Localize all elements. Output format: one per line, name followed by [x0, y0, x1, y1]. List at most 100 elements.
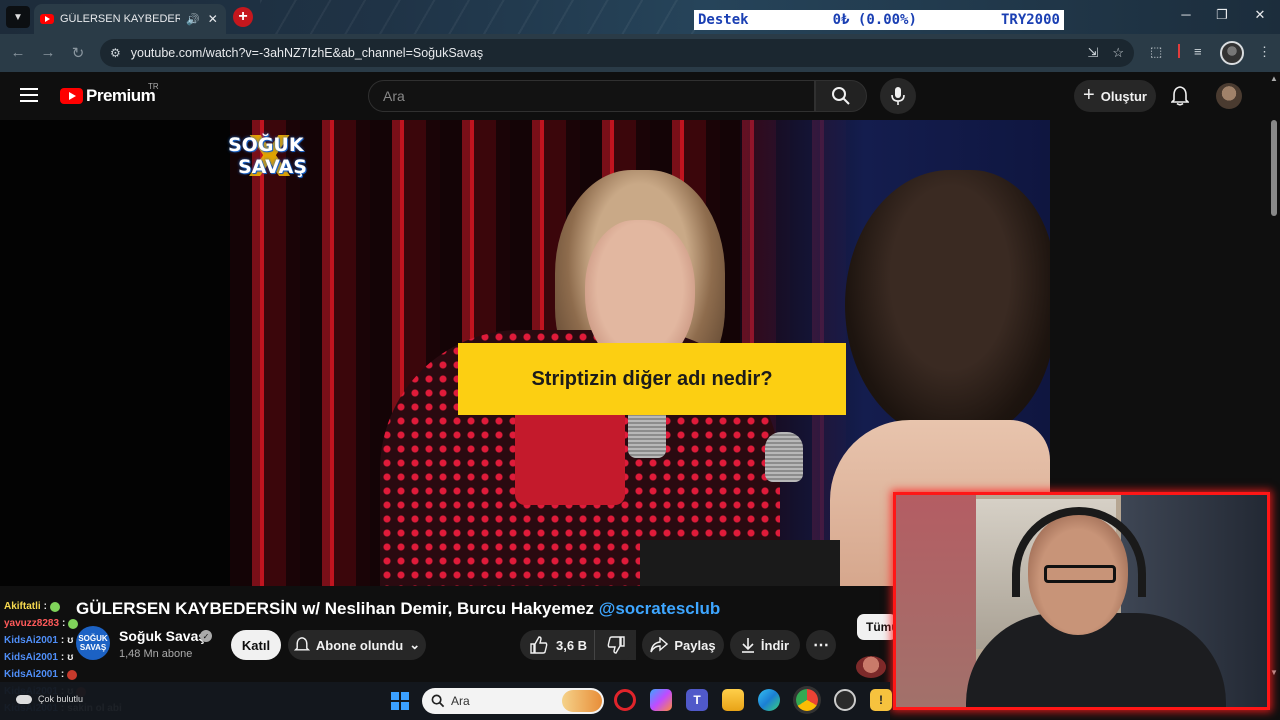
more-actions-button[interactable]: ⋯	[806, 630, 836, 660]
chat-separator: :	[60, 669, 65, 680]
scroll-down-icon[interactable]: ▼	[1270, 668, 1278, 677]
edge-icon[interactable]	[758, 689, 780, 711]
window-close-icon[interactable]: ✕	[1250, 7, 1270, 23]
back-icon[interactable]: ←	[8, 44, 28, 61]
file-explorer-icon[interactable]	[722, 689, 744, 711]
search-button[interactable]	[815, 80, 867, 112]
youtube-logo-text[interactable]: Premium	[86, 86, 156, 106]
download-button[interactable]: İndir	[730, 630, 800, 660]
youtube-logo-icon[interactable]	[60, 88, 83, 104]
search-icon	[832, 87, 850, 105]
bell-icon	[293, 637, 310, 651]
bookmark-star-icon[interactable]: ☆	[1112, 45, 1124, 61]
taskbar-search-placeholder: Ara	[451, 694, 470, 708]
like-count: 3,6 B	[556, 637, 588, 653]
chat-text: ʊ	[67, 635, 74, 646]
thumbs-up-icon	[530, 636, 548, 654]
chat-separator: :	[60, 635, 65, 646]
site-info-icon[interactable]: ⚙	[110, 46, 121, 60]
teams-icon[interactable]: T	[686, 689, 708, 711]
taskbar-search[interactable]: Ara	[422, 688, 604, 714]
reload-icon[interactable]: ↻	[68, 44, 88, 62]
webcam-wall	[896, 495, 976, 707]
copilot-icon[interactable]	[650, 689, 672, 711]
notifications-button[interactable]	[1168, 84, 1192, 108]
weather-text: Çok bulutlu	[38, 694, 84, 704]
chat-username: KidsAi2001	[4, 669, 58, 680]
tab-title: GÜLERSEN KAYBEDERSİN w	[60, 13, 180, 25]
toolbar-divider	[1178, 44, 1180, 58]
subscribed-label: Abone olundu	[315, 637, 404, 653]
chat-separator: :	[43, 601, 48, 612]
forward-icon[interactable]: →	[38, 44, 58, 61]
dislike-button[interactable]	[594, 630, 636, 660]
obs-icon[interactable]	[834, 689, 856, 711]
speaker-icon[interactable]: 🔊	[186, 13, 200, 26]
scroll-up-icon[interactable]: ▲	[1270, 74, 1278, 83]
stage-background	[0, 120, 240, 586]
reading-list-icon[interactable]: ≡	[1194, 44, 1202, 59]
app-icon[interactable]: !	[870, 689, 892, 711]
title-handle-link[interactable]: @socratesclub	[599, 599, 720, 618]
chevron-down-icon: ⌄	[409, 637, 421, 652]
chat-username: KidsAi2001	[4, 635, 58, 646]
channel-watermark-logo: X SOĞUK SAVAŞ	[226, 130, 316, 186]
chat-message: KidsAi2001:	[4, 666, 94, 683]
cloud-icon	[16, 695, 32, 705]
related-video-thumbnail[interactable]	[856, 656, 886, 678]
plus-icon: +	[1083, 83, 1095, 106]
share-label: Paylaş	[674, 637, 716, 653]
download-icon	[741, 638, 754, 653]
verified-check-icon: ✓	[200, 630, 212, 642]
watermark-line1: SOĞUK	[228, 134, 304, 156]
hamburger-menu-icon[interactable]	[20, 88, 38, 102]
new-tab-button[interactable]: +	[233, 7, 253, 27]
install-app-icon[interactable]: ⇲	[1087, 45, 1098, 61]
close-tab-icon[interactable]: ✕	[208, 12, 218, 26]
chat-message: yavuzz8283:	[4, 615, 94, 632]
host-hair	[845, 170, 1050, 440]
chat-text: ʊ	[67, 652, 74, 663]
country-code: TR	[148, 82, 159, 91]
ticker-label: Destek	[698, 12, 749, 28]
search-icon	[431, 694, 445, 708]
ticker-goal: TRY2000	[1000, 12, 1060, 28]
share-button[interactable]: Paylaş	[642, 630, 724, 660]
scrollbar-thumb[interactable]	[1271, 120, 1277, 216]
thumbs-down-icon	[607, 636, 625, 654]
opera-icon[interactable]	[614, 689, 636, 711]
search-input[interactable]	[383, 88, 814, 104]
browser-tab[interactable]: GÜLERSEN KAYBEDERSİN w 🔊 ✕	[34, 4, 226, 34]
microphone-icon	[891, 87, 905, 105]
create-label: Oluştur	[1100, 88, 1147, 104]
chat-username: yavuzz8283	[4, 618, 60, 629]
chat-message: KidsAi2001:ʊ	[4, 649, 94, 666]
browser-profile-avatar[interactable]	[1220, 41, 1244, 65]
microphone-right	[765, 432, 803, 482]
join-button[interactable]: Katıl	[231, 630, 281, 660]
subscribed-button[interactable]: Abone olundu ⌄	[288, 630, 426, 660]
search-box[interactable]	[368, 80, 815, 112]
chat-message: KidsAi2001:ʊ	[4, 632, 94, 649]
weather-widget[interactable]: Çok bulutlu	[16, 694, 84, 705]
voice-search-button[interactable]	[880, 78, 916, 114]
channel-name[interactable]: Soğuk Savaş	[119, 628, 206, 644]
chrome-icon[interactable]	[796, 689, 818, 711]
url-text[interactable]: youtube.com/watch?v=-3ahNZ7IzhE&ab_chann…	[131, 46, 1074, 60]
chat-emote-icon	[68, 618, 79, 629]
create-button[interactable]: + Oluştur	[1074, 80, 1156, 112]
browser-menu-icon[interactable]: ⋮	[1258, 44, 1271, 60]
address-bar[interactable]: ⚙ youtube.com/watch?v=-3ahNZ7IzhE&ab_cha…	[100, 39, 1134, 67]
account-avatar[interactable]	[1216, 83, 1242, 109]
maximize-icon[interactable]: ❐	[1212, 7, 1232, 23]
share-icon	[650, 637, 669, 653]
download-label: İndir	[760, 637, 790, 653]
tab-search-button[interactable]: ▼	[6, 6, 30, 28]
minimize-icon[interactable]: ─	[1176, 7, 1196, 22]
windows-start-icon[interactable]	[391, 692, 409, 710]
extensions-icon[interactable]: ⬚	[1150, 44, 1162, 60]
chat-separator: :	[62, 618, 66, 629]
filter-chip-all[interactable]: Tümü	[857, 614, 899, 640]
tabbar-pattern	[260, 0, 700, 34]
chat-emote-icon	[50, 601, 61, 612]
